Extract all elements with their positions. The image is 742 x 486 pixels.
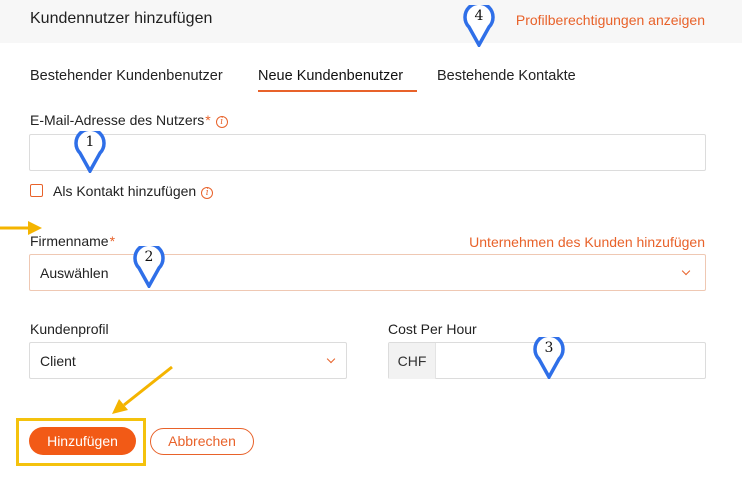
marker-2-icon: 2 <box>133 242 165 290</box>
marker-1-icon: 1 <box>74 127 106 175</box>
marker-number: 2 <box>144 249 154 265</box>
annotation-arrows <box>0 221 173 414</box>
arrow-icon <box>112 365 173 414</box>
marker-3-icon: 3 <box>533 333 565 381</box>
marker-number: 3 <box>544 340 554 356</box>
arrow-icon <box>0 221 42 235</box>
marker-4-icon: 4 <box>463 1 495 49</box>
marker-number: 4 <box>474 8 484 24</box>
marker-number: 1 <box>85 134 95 150</box>
